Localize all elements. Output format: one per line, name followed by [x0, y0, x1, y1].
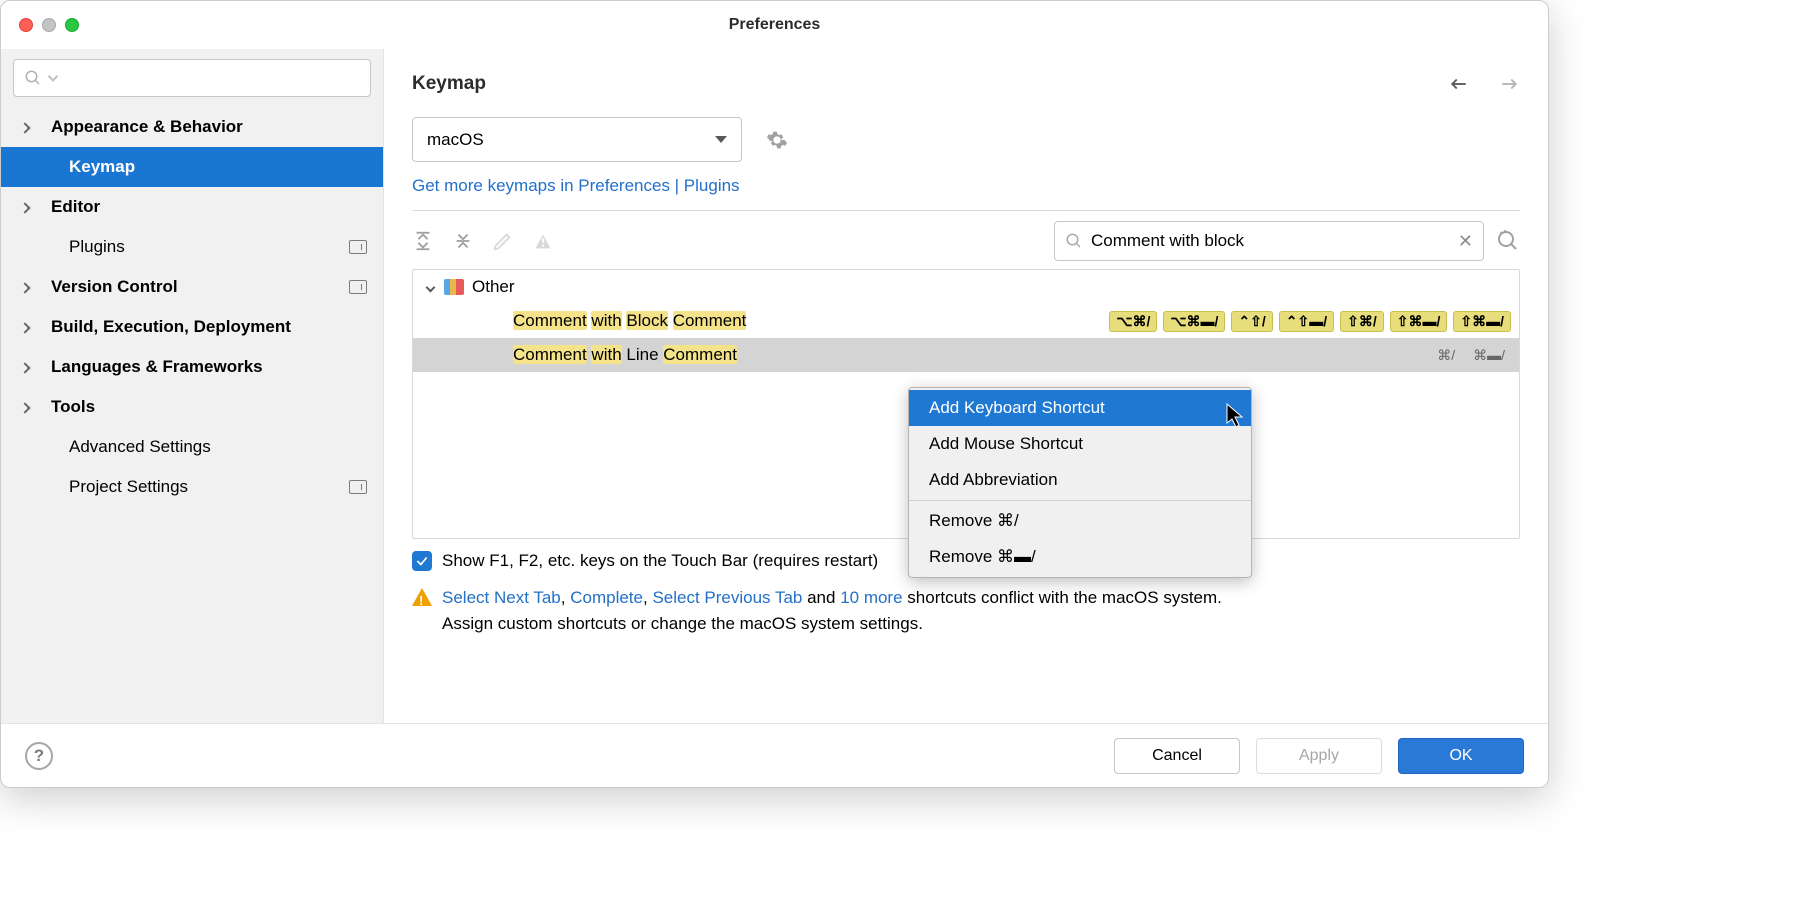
search-icon	[1065, 232, 1083, 250]
context-menu: Add Keyboard Shortcut Add Mouse Shortcut…	[908, 387, 1252, 578]
chevron-right-icon	[19, 122, 30, 133]
apply-button[interactable]: Apply	[1256, 738, 1382, 774]
conflict-link[interactable]: Select Previous Tab	[652, 588, 802, 607]
window-title: Preferences	[1, 16, 1548, 34]
sidebar-item-label: Appearance & Behavior	[51, 117, 367, 137]
folder-icon	[444, 279, 464, 295]
tree-item-line-comment[interactable]: Comment with Line Comment ⌘/ ⌘▬/	[413, 338, 1519, 372]
sidebar-item-label: Build, Execution, Deployment	[51, 317, 367, 337]
nav-forward-icon[interactable]	[1498, 75, 1520, 93]
divider	[412, 210, 1520, 211]
context-menu-separator	[909, 500, 1251, 501]
search-icon	[24, 69, 42, 87]
mouse-cursor-icon	[1226, 403, 1246, 429]
conflict-link[interactable]: Complete	[570, 588, 643, 607]
chevron-right-icon	[19, 282, 30, 293]
chevron-down-icon	[44, 69, 62, 87]
dropdown-arrow-icon	[715, 136, 727, 143]
titlebar: Preferences	[1, 1, 1548, 49]
sidebar-search-input[interactable]	[13, 59, 371, 97]
touchbar-checkbox-label: Show F1, F2, etc. keys on the Touch Bar …	[442, 551, 878, 571]
sidebar-item-editor[interactable]: Editor	[1, 187, 383, 227]
chevron-right-icon	[19, 402, 30, 413]
sidebar-item-label: Advanced Settings	[69, 437, 367, 457]
chevron-right-icon	[19, 362, 30, 373]
project-badge-icon	[349, 240, 367, 254]
chevron-down-icon	[426, 282, 436, 292]
expand-all-icon[interactable]	[412, 230, 434, 252]
sidebar-item-keymap[interactable]: Keymap	[1, 147, 383, 187]
clear-search-icon[interactable]: ✕	[1458, 231, 1473, 252]
main-content: Keymap macOS Get more keymaps in Prefere…	[384, 49, 1548, 723]
conflict-link[interactable]: 10 more	[840, 588, 902, 607]
sidebar-item-label: Keymap	[69, 157, 367, 177]
ctx-remove-shortcut-1[interactable]: Remove ⌘/	[909, 503, 1251, 539]
warning-icon	[412, 588, 432, 606]
conflict-warning-text: Select Next Tab, Complete, Select Previo…	[442, 585, 1222, 636]
sidebar: Appearance & Behavior Keymap Editor Plugins…	[1, 49, 384, 723]
sidebar-item-label: Version Control	[51, 277, 349, 297]
chevron-right-icon	[19, 202, 30, 213]
project-badge-icon	[349, 280, 367, 294]
sidebar-item-project-settings[interactable]: Project Settings	[1, 467, 383, 507]
ctx-remove-shortcut-2[interactable]: Remove ⌘▬/	[909, 539, 1251, 575]
tree-group-other[interactable]: Other	[413, 270, 1519, 304]
tree-group-label: Other	[472, 277, 515, 297]
sidebar-item-version-control[interactable]: Version Control	[1, 267, 383, 307]
action-search-field[interactable]	[1091, 231, 1450, 251]
sidebar-item-advanced-settings[interactable]: Advanced Settings	[1, 427, 383, 467]
keymap-select[interactable]: macOS	[412, 117, 742, 162]
cancel-button[interactable]: Cancel	[1114, 738, 1240, 774]
action-label: Comment with Line Comment	[513, 345, 737, 365]
checkbox-checked-icon[interactable]	[412, 551, 432, 571]
tree-item-block-comment[interactable]: Comment with Block Comment ⌥⌘/ ⌥⌘▬/ ⌃⇧/ …	[413, 304, 1519, 338]
conflict-link[interactable]: Select Next Tab	[442, 588, 561, 607]
footer: ? Cancel Apply OK	[1, 723, 1548, 787]
collapse-all-icon[interactable]	[452, 230, 474, 252]
nav-back-icon[interactable]	[1448, 75, 1470, 93]
sidebar-item-appearance-behavior[interactable]: Appearance & Behavior	[1, 107, 383, 147]
keymap-select-value: macOS	[427, 130, 484, 150]
sidebar-item-label: Project Settings	[69, 477, 349, 497]
ctx-add-keyboard-shortcut[interactable]: Add Keyboard Shortcut	[909, 390, 1251, 426]
sidebar-item-build-execution-deployment[interactable]: Build, Execution, Deployment	[1, 307, 383, 347]
shortcut-badges: ⌥⌘/ ⌥⌘▬/ ⌃⇧/ ⌃⇧▬/ ⇧⌘/ ⇧⌘▬/ ⇧⌘▬/	[1109, 311, 1511, 332]
ok-button[interactable]: OK	[1398, 738, 1524, 774]
sidebar-item-label: Tools	[51, 397, 367, 417]
action-label: Comment with Block Comment	[513, 311, 746, 331]
sidebar-item-tools[interactable]: Tools	[1, 387, 383, 427]
sidebar-item-languages-frameworks[interactable]: Languages & Frameworks	[1, 347, 383, 387]
sidebar-item-label: Languages & Frameworks	[51, 357, 367, 377]
find-by-shortcut-icon[interactable]	[1496, 229, 1520, 253]
action-search-input[interactable]: ✕	[1054, 221, 1484, 261]
edit-icon[interactable]	[492, 230, 514, 252]
ctx-add-mouse-shortcut[interactable]: Add Mouse Shortcut	[909, 426, 1251, 462]
page-title: Keymap	[412, 73, 1448, 95]
get-keymaps-link[interactable]: Get more keymaps in Preferences | Plugin…	[412, 176, 1520, 196]
help-button[interactable]: ?	[25, 742, 53, 770]
project-badge-icon	[349, 480, 367, 494]
warning-toolbar-icon[interactable]	[532, 230, 554, 252]
ctx-add-abbreviation[interactable]: Add Abbreviation	[909, 462, 1251, 498]
chevron-right-icon	[19, 322, 30, 333]
sidebar-item-plugins[interactable]: Plugins	[1, 227, 383, 267]
sidebar-item-label: Plugins	[69, 237, 349, 257]
gear-icon[interactable]	[766, 129, 788, 151]
shortcut-badges: ⌘/ ⌘▬/	[1431, 346, 1511, 365]
sidebar-item-label: Editor	[51, 197, 367, 217]
